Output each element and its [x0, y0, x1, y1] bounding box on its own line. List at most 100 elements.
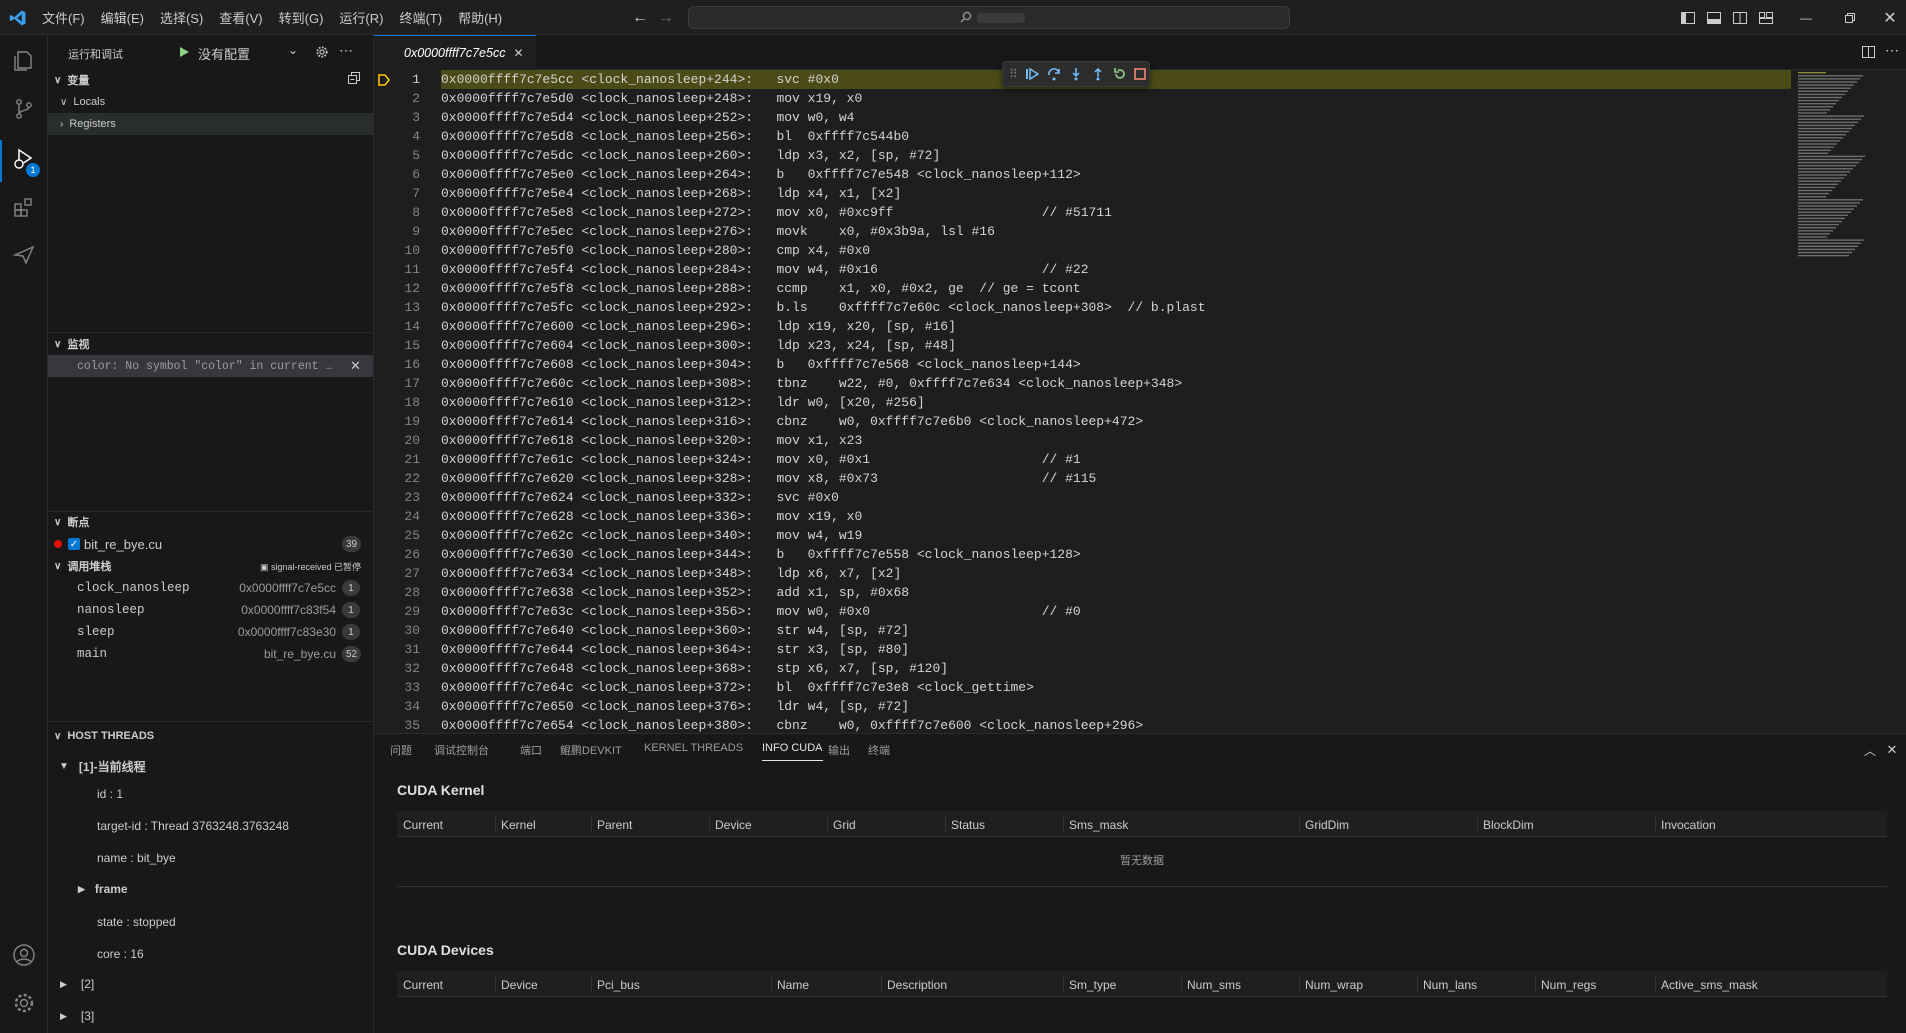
code-line[interactable]: 22 0x0000ffff7c7e620 <clock_nanosleep+328…	[374, 469, 1794, 488]
code-line[interactable]: 35 0x0000ffff7c7e654 <clock_nanosleep+380…	[374, 716, 1794, 733]
code-line[interactable]: 19 0x0000ffff7c7e614 <clock_nanosleep+316…	[374, 412, 1794, 431]
continue-icon[interactable]	[1025, 67, 1040, 84]
column-header[interactable]: Sms_mask	[1069, 818, 1128, 832]
extensions-icon[interactable]	[10, 193, 38, 221]
callstack-frame[interactable]: main bit_re_bye.cu 52	[48, 643, 373, 665]
toggle-primary-sidebar-icon[interactable]	[1680, 10, 1696, 26]
start-debug-icon[interactable]	[176, 44, 192, 60]
panel-tab[interactable]: 终端	[868, 742, 890, 758]
panel-tab[interactable]: 问题	[390, 742, 412, 758]
code-line[interactable]: 4 0x0000ffff7c7e5d8 <clock_nanosleep+256>…	[374, 127, 1794, 146]
code-line[interactable]: 9 0x0000ffff7c7e5ec <clock_nanosleep+276>…	[374, 222, 1794, 241]
column-header[interactable]: Num_sms	[1187, 978, 1241, 992]
column-header[interactable]: Num_regs	[1541, 978, 1596, 992]
code-line[interactable]: 18 0x0000ffff7c7e610 <clock_nanosleep+312…	[374, 393, 1794, 412]
panel-tab[interactable]: 端口	[520, 742, 542, 758]
code-line[interactable]: 8 0x0000ffff7c7e5e8 <clock_nanosleep+272>…	[374, 203, 1794, 222]
code-line[interactable]: 3 0x0000ffff7c7e5d4 <clock_nanosleep+252>…	[374, 108, 1794, 127]
code-line[interactable]: 14 0x0000ffff7c7e600 <clock_nanosleep+296…	[374, 317, 1794, 336]
code-line[interactable]: 7 0x0000ffff7c7e5e4 <clock_nanosleep+268>…	[374, 184, 1794, 203]
column-header[interactable]: Sm_type	[1069, 978, 1116, 992]
thread-item-current[interactable]: ▼ [1]-当前线程	[48, 755, 373, 777]
column-header[interactable]: Parent	[597, 818, 632, 832]
column-header[interactable]: Num_wrap	[1305, 978, 1363, 992]
column-header[interactable]: Current	[403, 818, 443, 832]
toggle-secondary-sidebar-icon[interactable]	[1732, 10, 1748, 26]
frame-item[interactable]: ▶ frame	[48, 878, 373, 900]
code-line[interactable]: 5 0x0000ffff7c7e5dc <clock_nanosleep+260>…	[374, 146, 1794, 165]
breakpoint-item[interactable]: ✓ bit_re_bye.cu 39	[48, 533, 373, 555]
breakpoint-checkbox[interactable]: ✓	[68, 538, 80, 550]
menu-run[interactable]: 运行(R)	[339, 8, 383, 27]
watch-header[interactable]: ∨ 监视	[48, 333, 373, 355]
close-window-icon[interactable]: ✕	[1880, 8, 1900, 28]
panel-tab[interactable]: INFO CUDA	[762, 742, 823, 761]
manage-gear-icon[interactable]	[10, 989, 38, 1017]
column-header[interactable]: Device	[501, 978, 538, 992]
callstack-frame[interactable]: nanosleep 0x0000ffff7c83f54 1	[48, 599, 373, 621]
variables-item-locals[interactable]: ∨ Locals	[48, 91, 373, 113]
code-line[interactable]: 2 0x0000ffff7c7e5d0 <clock_nanosleep+248>…	[374, 89, 1794, 108]
customize-layout-icon[interactable]	[1758, 10, 1774, 26]
code-line[interactable]: 34 0x0000ffff7c7e650 <clock_nanosleep+376…	[374, 697, 1794, 716]
forward-arrow-icon[interactable]: →	[656, 8, 676, 28]
column-header[interactable]: BlockDim	[1483, 818, 1534, 832]
code-line[interactable]: 16 0x0000ffff7c7e608 <clock_nanosleep+304…	[374, 355, 1794, 374]
send-icon[interactable]	[10, 241, 38, 269]
code-line[interactable]: 30 0x0000ffff7c7e640 <clock_nanosleep+360…	[374, 621, 1794, 640]
code-line[interactable]: 31 0x0000ffff7c7e644 <clock_nanosleep+364…	[374, 640, 1794, 659]
code-line[interactable]: 24 0x0000ffff7c7e628 <clock_nanosleep+336…	[374, 507, 1794, 526]
explorer-icon[interactable]	[10, 47, 38, 75]
menu-help[interactable]: 帮助(H)	[458, 8, 502, 27]
breakpoints-header[interactable]: ∨ 断点	[48, 511, 373, 533]
editor-tab[interactable]: 0x0000ffff7c7e5cc ✕	[374, 35, 536, 70]
minimap[interactable]	[1796, 70, 1892, 270]
command-center-search[interactable]	[688, 6, 1290, 29]
watch-expression[interactable]: color: No symbol "color" in current … ✕	[48, 355, 373, 377]
step-into-icon[interactable]	[1069, 67, 1083, 84]
code-line[interactable]: 20 0x0000ffff7c7e618 <clock_nanosleep+320…	[374, 431, 1794, 450]
menu-selection[interactable]: 选择(S)	[160, 8, 203, 27]
callstack-frame[interactable]: sleep 0x0000ffff7c83e30 1	[48, 621, 373, 643]
column-header[interactable]: Invocation	[1661, 818, 1716, 832]
close-panel-icon[interactable]: ✕	[1884, 742, 1900, 758]
callstack-header[interactable]: ∨ 调用堆栈 ▣ signal-received 已暂停	[48, 555, 373, 577]
code-line[interactable]: 11 0x0000ffff7c7e5f4 <clock_nanosleep+284…	[374, 260, 1794, 279]
column-header[interactable]: Status	[951, 818, 985, 832]
column-header[interactable]: Name	[777, 978, 809, 992]
code-line[interactable]: 25 0x0000ffff7c7e62c <clock_nanosleep+340…	[374, 526, 1794, 545]
stop-icon[interactable]	[1133, 67, 1147, 84]
restart-icon[interactable]	[1113, 67, 1127, 84]
menu-go[interactable]: 转到(G)	[279, 8, 324, 27]
menu-edit[interactable]: 编辑(E)	[101, 8, 144, 27]
more-actions-icon[interactable]: ⋯	[1884, 42, 1900, 58]
panel-tab[interactable]: 鲲鹏DEVKIT	[560, 742, 622, 758]
more-actions-icon[interactable]: ⋯	[338, 42, 354, 58]
code-line[interactable]: 33 0x0000ffff7c7e64c <clock_nanosleep+372…	[374, 678, 1794, 697]
code-line[interactable]: 10 0x0000ffff7c7e5f0 <clock_nanosleep+280…	[374, 241, 1794, 260]
thread-item[interactable]: ▶ [2]	[48, 973, 373, 995]
drag-handle-icon[interactable]: ⠿	[1009, 67, 1018, 81]
panel-tab[interactable]: KERNEL THREADS	[644, 742, 743, 754]
column-header[interactable]: GridDim	[1305, 818, 1349, 832]
code-line[interactable]: 26 0x0000ffff7c7e630 <clock_nanosleep+344…	[374, 545, 1794, 564]
host-threads-header[interactable]: ∨ HOST THREADS	[48, 725, 373, 747]
menu-view[interactable]: 查看(V)	[219, 8, 262, 27]
collapse-all-icon[interactable]	[348, 72, 360, 87]
code-line[interactable]: 32 0x0000ffff7c7e648 <clock_nanosleep+368…	[374, 659, 1794, 678]
code-line[interactable]: 15 0x0000ffff7c7e604 <clock_nanosleep+300…	[374, 336, 1794, 355]
maximize-panel-icon[interactable]: ︿	[1862, 742, 1878, 758]
column-header[interactable]: Description	[887, 978, 947, 992]
code-line[interactable]: 23 0x0000ffff7c7e624 <clock_nanosleep+332…	[374, 488, 1794, 507]
code-line[interactable]: 13 0x0000ffff7c7e5fc <clock_nanosleep+292…	[374, 298, 1794, 317]
column-header[interactable]: Current	[403, 978, 443, 992]
disassembly-view[interactable]: 1 0x0000ffff7c7e5cc <clock_nanosleep+244>…	[374, 70, 1804, 733]
step-over-icon[interactable]	[1047, 67, 1061, 84]
column-header[interactable]: Grid	[833, 818, 856, 832]
column-header[interactable]: Kernel	[501, 818, 536, 832]
code-line[interactable]: 17 0x0000ffff7c7e60c <clock_nanosleep+308…	[374, 374, 1794, 393]
panel-tab[interactable]: 调试控制台	[434, 742, 489, 758]
callstack-frame[interactable]: clock_nanosleep 0x0000ffff7c7e5cc 1	[48, 577, 373, 599]
column-header[interactable]: Num_lans	[1423, 978, 1477, 992]
close-icon[interactable]: ✕	[513, 46, 523, 60]
